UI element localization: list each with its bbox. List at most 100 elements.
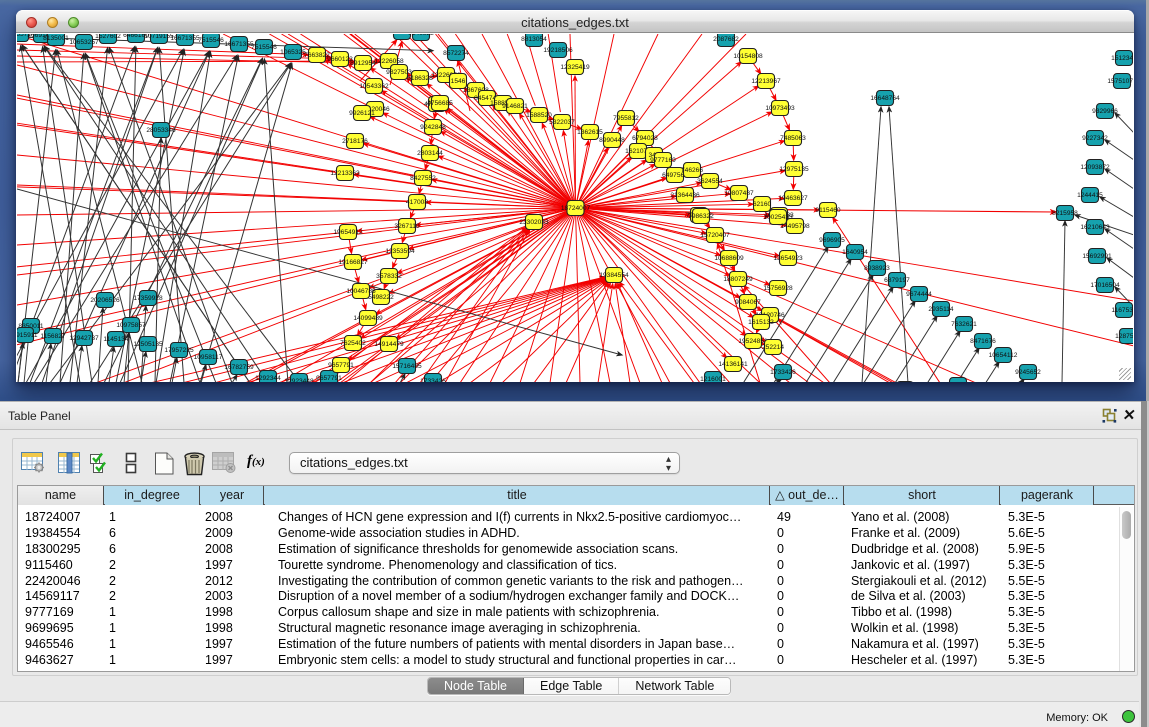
- svg-text:1244415: 1244415: [1077, 192, 1103, 199]
- svg-text:8186328: 8186328: [407, 75, 433, 82]
- svg-text:10973493: 10973493: [765, 105, 795, 112]
- svg-text:7625402: 7625402: [340, 340, 366, 347]
- svg-text:7632621: 7632621: [951, 321, 977, 328]
- svg-text:3578332: 3578332: [376, 273, 402, 280]
- svg-text:15756928: 15756928: [763, 285, 793, 292]
- svg-text:1733426: 1733426: [420, 378, 446, 382]
- svg-text:417008: 417008: [406, 199, 428, 206]
- svg-text:15720407: 15720407: [700, 232, 730, 239]
- svg-text:2803144: 2803144: [417, 150, 443, 157]
- svg-text:16782759: 16782759: [224, 364, 254, 371]
- svg-text:21364436: 21364436: [670, 192, 700, 199]
- svg-text:1527602: 1527602: [95, 34, 121, 40]
- svg-text:15751074: 15751074: [1107, 78, 1133, 85]
- svg-text:9146821: 9146821: [502, 103, 528, 110]
- svg-text:9227342: 9227342: [1082, 135, 1108, 142]
- svg-text:6879197: 6879197: [884, 277, 910, 284]
- svg-text:19384554: 19384554: [599, 272, 629, 279]
- svg-text:15716485: 15716485: [392, 363, 422, 370]
- svg-text:8471676: 8471676: [970, 338, 996, 345]
- svg-text:5322037: 5322037: [549, 119, 575, 126]
- svg-text:14099489: 14099489: [353, 315, 383, 322]
- svg-text:3624554: 3624554: [697, 178, 723, 185]
- svg-text:1216001: 1216001: [700, 376, 726, 382]
- svg-text:12213967: 12213967: [751, 78, 781, 85]
- svg-text:14495798: 14495798: [780, 223, 810, 230]
- svg-text:10046786: 10046786: [346, 288, 376, 295]
- svg-text:23302033: 23302033: [519, 219, 549, 226]
- svg-text:10154808: 10154808: [733, 53, 763, 60]
- svg-text:2718176: 2718176: [342, 138, 368, 145]
- svg-text:62160: 62160: [753, 201, 772, 208]
- svg-text:5498222: 5498222: [368, 294, 394, 301]
- svg-text:9242848: 9242848: [420, 124, 446, 131]
- svg-text:14136141: 14136141: [718, 361, 748, 368]
- svg-text:1287534: 1287534: [1115, 333, 1133, 340]
- svg-text:7955812: 7955812: [613, 115, 639, 122]
- svg-text:3267110: 3267110: [394, 223, 420, 230]
- svg-text:8135001: 8135001: [43, 35, 69, 42]
- svg-text:9657791: 9657791: [316, 375, 342, 382]
- svg-text:1145134: 1145134: [103, 336, 129, 343]
- svg-text:10543362: 10543362: [359, 83, 389, 90]
- svg-text:1615132: 1615132: [748, 319, 774, 326]
- svg-text:3915911: 3915911: [17, 332, 38, 339]
- svg-text:13654923: 13654923: [773, 255, 803, 262]
- svg-text:12093872: 12093872: [1080, 164, 1110, 171]
- svg-text:1546: 1546: [451, 78, 466, 85]
- svg-text:4756685: 4756685: [427, 100, 453, 107]
- svg-text:17016504: 17016504: [1090, 282, 1120, 289]
- svg-text:12505135: 12505135: [133, 341, 163, 348]
- svg-text:1362615: 1362615: [577, 129, 603, 136]
- svg-text:9245652: 9245652: [1015, 369, 1041, 376]
- svg-text:19166827: 19166827: [338, 259, 368, 266]
- svg-text:14914479: 14914479: [374, 341, 404, 348]
- svg-text:17957225: 17957225: [164, 347, 194, 354]
- svg-text:1640954: 1640954: [842, 249, 868, 256]
- svg-text:1156827: 1156827: [40, 333, 66, 340]
- svg-text:28053346: 28053346: [146, 127, 176, 134]
- svg-text:19218506: 19218506: [543, 47, 573, 54]
- svg-text:1588520: 1588520: [526, 112, 552, 119]
- svg-text:9926121: 9926121: [349, 110, 375, 117]
- svg-text:1292344: 1292344: [255, 375, 281, 382]
- svg-text:12942737: 12942737: [69, 335, 99, 342]
- svg-text:9674444: 9674444: [906, 291, 932, 298]
- svg-text:2935114: 2935114: [928, 306, 954, 313]
- svg-text:6794028: 6794028: [632, 135, 658, 142]
- svg-text:10688609: 10688609: [714, 255, 744, 262]
- svg-text:10975857: 10975857: [116, 322, 146, 329]
- svg-text:12213363: 12213363: [330, 170, 360, 177]
- svg-text:18724007: 18724007: [561, 205, 591, 212]
- svg-text:8990448: 8990448: [599, 137, 625, 144]
- svg-text:7986322: 7986322: [688, 213, 714, 220]
- svg-text:10807487: 10807487: [724, 190, 754, 197]
- svg-text:12353594: 12353594: [385, 248, 415, 255]
- svg-text:8938923: 8938923: [864, 265, 890, 272]
- svg-text:17359928: 17359928: [133, 295, 163, 302]
- svg-text:1512345: 1512345: [1111, 55, 1133, 62]
- svg-text:7485063: 7485063: [780, 135, 806, 142]
- svg-text:9146822: 9146822: [408, 34, 434, 37]
- svg-text:2087682: 2087682: [713, 36, 739, 43]
- svg-text:19463627: 19463627: [778, 195, 808, 202]
- svg-text:8572274: 8572274: [443, 50, 469, 57]
- svg-text:10958117: 10958117: [194, 354, 223, 361]
- svg-text:1167533: 1167533: [1111, 307, 1133, 314]
- svg-text:12975135: 12975135: [779, 166, 809, 173]
- svg-text:12923448: 12923448: [284, 378, 314, 382]
- svg-text:1065325: 1065325: [280, 49, 306, 56]
- svg-text:18807249: 18807249: [723, 276, 753, 283]
- svg-text:8912954: 8912954: [350, 60, 376, 67]
- svg-text:7515546: 7515546: [251, 44, 277, 51]
- svg-text:9084067: 9084067: [735, 299, 761, 306]
- svg-text:7515546: 7515546: [198, 37, 224, 44]
- svg-text:16671355: 16671355: [224, 41, 254, 48]
- svg-text:15692991: 15692991: [1082, 253, 1112, 260]
- svg-text:8813054: 8813054: [521, 36, 547, 43]
- svg-text:9696905: 9696905: [819, 237, 845, 244]
- svg-text:16648764: 16648764: [870, 95, 900, 102]
- svg-text:9329966: 9329966: [1092, 108, 1118, 115]
- svg-text:9657791: 9657791: [328, 362, 354, 369]
- svg-text:20206526: 20206526: [90, 297, 120, 304]
